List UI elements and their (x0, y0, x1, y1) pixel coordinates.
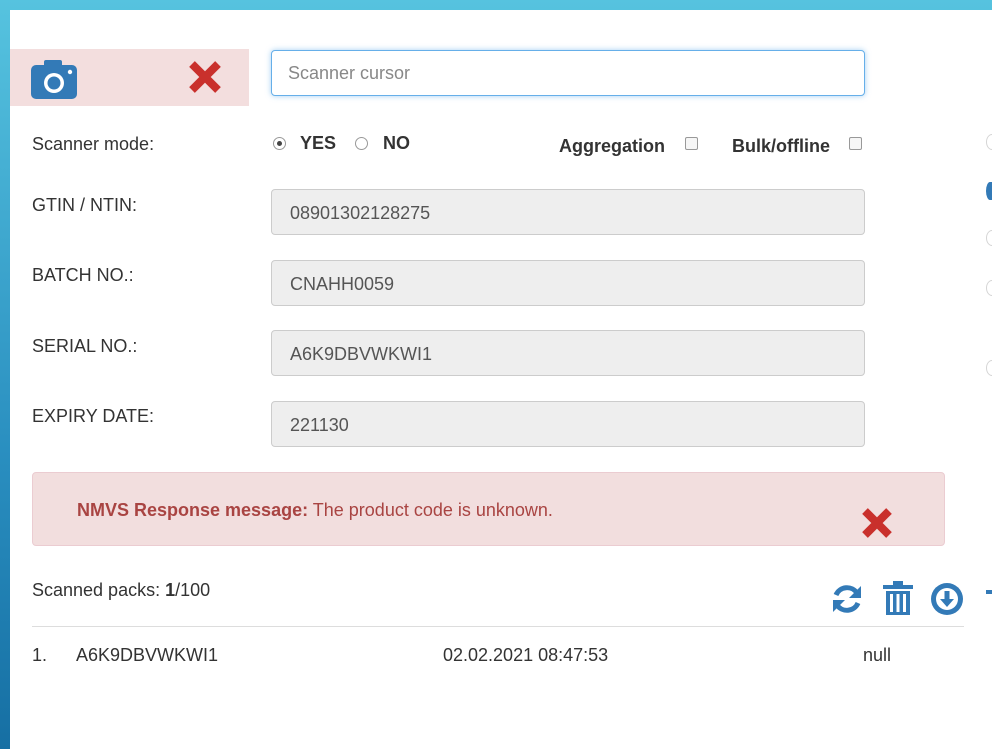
refresh-button[interactable] (830, 582, 864, 616)
overflow-icon-fragment (986, 590, 992, 594)
close-icon (189, 61, 221, 93)
row-serial: A6K9DBVWKWI1 (76, 645, 219, 665)
batch-field: CNAHH0059 (271, 260, 865, 306)
nmvs-response-alert: NMVS Response message: The product code … (32, 472, 945, 546)
scanner-toolbar (10, 49, 249, 106)
row-index: 1. (32, 645, 48, 665)
serial-field: A6K9DBVWKWI1 (271, 330, 865, 376)
scanner-panel: Scanner mode: YES NO Aggregation Bulk/of… (10, 10, 992, 749)
scanner-mode-no-label: NO (383, 133, 410, 153)
camera-button[interactable] (30, 57, 78, 101)
download-icon (931, 583, 963, 615)
expiry-field: 221130 (271, 401, 865, 447)
alert-title: NMVS Response message: (77, 500, 309, 520)
bulk-offline-checkbox[interactable] (849, 137, 862, 150)
clipped-radio (986, 134, 992, 150)
bulk-offline-label: Bulk/offline (732, 136, 830, 156)
clipped-radio (986, 280, 992, 296)
scanner-mode-label: Scanner mode: (32, 134, 155, 154)
aggregation-checkbox[interactable] (685, 137, 698, 150)
scanned-packs-total: /100 (175, 580, 211, 600)
alert-close-button[interactable] (859, 505, 895, 541)
batch-label: BATCH NO.: (32, 265, 134, 285)
refresh-icon (833, 585, 861, 613)
camera-icon (31, 60, 77, 99)
scanned-packs-label: Scanned packs: (32, 580, 166, 600)
alert-message-text: The product code is unknown. (308, 500, 553, 520)
delete-button[interactable] (882, 580, 914, 616)
aggregation-label: Aggregation (559, 136, 665, 156)
trash-icon (883, 581, 913, 615)
table-row: 1. A6K9DBVWKWI1 02.02.2021 08:47:53 null (10, 642, 992, 672)
gtin-label: GTIN / NTIN: (32, 195, 137, 215)
download-button[interactable] (930, 582, 964, 616)
row-status: null (863, 645, 892, 665)
expiry-label: EXPIRY DATE: (32, 406, 155, 426)
close-scanner-button[interactable] (186, 58, 224, 96)
scanner-mode-no-radio[interactable] (355, 137, 368, 150)
clipped-radio (986, 360, 992, 376)
scanner-cursor-input[interactable] (271, 50, 865, 96)
alert-message: NMVS Response message: The product code … (77, 500, 553, 521)
close-icon (862, 508, 892, 538)
scanned-packs-summary: Scanned packs: 1/100 (32, 580, 210, 601)
list-divider (32, 626, 964, 627)
serial-label: SERIAL NO.: (32, 336, 138, 356)
row-timestamp: 02.02.2021 08:47:53 (443, 645, 609, 665)
clipped-radio-selected (986, 182, 992, 200)
scanner-mode-yes-label: YES (300, 133, 337, 153)
scanned-packs-count: 1 (165, 580, 176, 600)
gtin-field: 08901302128275 (271, 189, 865, 235)
clipped-radio (986, 230, 992, 246)
scanner-mode-yes-radio[interactable] (273, 137, 286, 150)
